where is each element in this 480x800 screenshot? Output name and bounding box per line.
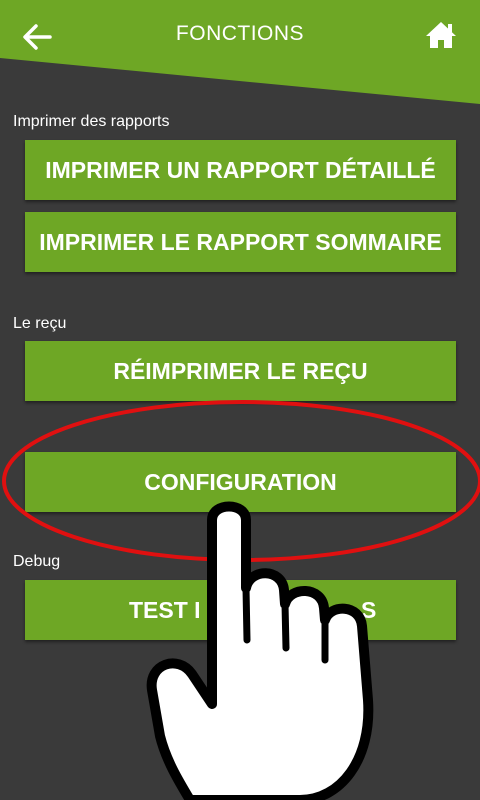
- print-detailed-report-button[interactable]: IMPRIMER UN RAPPORT DÉTAILLÉ: [25, 140, 456, 200]
- print-summary-report-button[interactable]: IMPRIMER LE RAPPORT SOMMAIRE: [25, 212, 456, 272]
- reprint-receipt-button[interactable]: RÉIMPRIMER LE REÇU: [25, 341, 456, 401]
- section-label-debug: Debug: [13, 553, 61, 570]
- configuration-button[interactable]: CONFIGURATION: [25, 452, 456, 512]
- page-title: FONCTIONS: [175, 22, 305, 45]
- home-icon[interactable]: [424, 20, 458, 50]
- test-button-label-tail: S: [361, 596, 377, 623]
- test-button[interactable]: TEST I S: [25, 580, 456, 640]
- section-label-receipt: Le reçu: [13, 315, 67, 332]
- section-label-reports: Imprimer des rapports: [13, 113, 170, 130]
- hand-pointer-icon: [146, 501, 374, 800]
- test-button-label: TEST I: [129, 596, 201, 623]
- header-background: [0, 0, 480, 104]
